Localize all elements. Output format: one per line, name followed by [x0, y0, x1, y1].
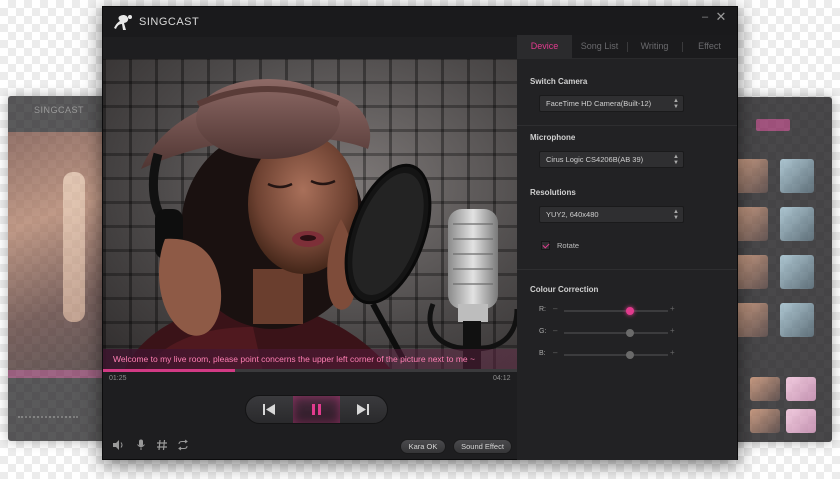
red-decrease-button[interactable]: – — [553, 304, 557, 313]
green-increase-button[interactable]: + — [670, 326, 675, 335]
title-bar[interactable]: SINGCAST – ✕ — [103, 7, 737, 37]
time-total: 04:12 — [493, 375, 511, 382]
red-slider-knob[interactable] — [625, 307, 634, 315]
background-window-right — [724, 97, 832, 442]
skip-previous-icon — [263, 404, 275, 415]
select-arrows-icon: ▲ ▼ — [673, 98, 679, 110]
ghost-effect-thumbnail — [786, 409, 816, 433]
green-slider-knob[interactable] — [625, 329, 634, 337]
repeat-icon[interactable] — [177, 439, 189, 451]
minimize-button[interactable]: – — [699, 10, 711, 24]
rotate-label: Rotate — [557, 241, 580, 250]
singcast-window: SINGCAST – ✕ Welcome to my live room, pl… — [102, 6, 738, 460]
ghost-active-tab — [756, 119, 790, 131]
blue-decrease-button[interactable]: – — [553, 348, 557, 357]
time-elapsed: 01:25 — [109, 375, 127, 382]
next-button[interactable] — [340, 396, 387, 423]
blue-increase-button[interactable]: + — [670, 348, 675, 357]
tab-effect[interactable]: Effect — [682, 35, 737, 59]
ghost-thumbnail — [780, 255, 814, 289]
volume-icon[interactable] — [112, 439, 124, 451]
chat-caption: Welcome to my live room, please point co… — [103, 349, 517, 369]
ghost-controls — [18, 416, 78, 424]
camera-select-value: FaceTime HD Camera(Built-12) — [546, 99, 652, 108]
singer-video-frame — [123, 79, 517, 372]
microphone-select[interactable]: Cirus Logic CS4206B(AB 39) ▲ ▼ — [539, 151, 684, 168]
ghost-thumbnail-grid — [734, 159, 814, 337]
microphone-select-value: Cirus Logic CS4206B(AB 39) — [546, 155, 644, 164]
ghost-effect-thumbnail — [750, 409, 780, 433]
tab-writing[interactable]: Writing — [627, 35, 682, 59]
microphone-icon[interactable] — [135, 439, 147, 451]
ghost-thumbnail — [734, 303, 768, 337]
ghost-thumbnail — [734, 207, 768, 241]
progress-fill — [103, 369, 236, 372]
pause-icon — [312, 404, 321, 415]
resolution-select-value: YUY2, 640x480 — [546, 210, 599, 219]
close-button[interactable]: ✕ — [715, 10, 727, 24]
colour-correction-label: Colour Correction — [530, 285, 599, 294]
resolution-select[interactable]: YUY2, 640x480 ▲ ▼ — [539, 206, 684, 223]
switch-camera-label: Switch Camera — [530, 77, 588, 86]
blue-slider[interactable] — [564, 351, 668, 359]
transport-controls — [245, 395, 388, 424]
divider — [517, 125, 737, 126]
blue-slider-knob[interactable] — [625, 351, 634, 359]
green-decrease-button[interactable]: – — [553, 326, 557, 335]
ghost-effect-thumbnail — [750, 377, 780, 401]
app-title: SINGCAST — [139, 16, 200, 28]
tab-device[interactable]: Device — [517, 35, 572, 59]
red-increase-button[interactable]: + — [670, 304, 675, 313]
blue-channel-label: B: — [539, 350, 546, 357]
ghost-thumbnail — [734, 159, 768, 193]
green-channel-label: G: — [539, 328, 547, 335]
device-panel: Switch Camera FaceTime HD Camera(Built-1… — [517, 59, 737, 460]
skip-next-icon — [357, 404, 369, 415]
rotate-checkbox[interactable] — [541, 241, 550, 250]
ghost-thumbnail — [780, 159, 814, 193]
tab-song-list[interactable]: Song List — [572, 35, 627, 59]
pause-button[interactable] — [293, 396, 340, 423]
select-arrows-icon: ▲ ▼ — [673, 154, 679, 166]
ghost-effect-grid — [750, 377, 816, 433]
kara-ok-button[interactable]: Kara OK — [400, 439, 446, 454]
ghost-thumbnail — [780, 207, 814, 241]
singer-logo-icon — [114, 14, 132, 30]
ghost-thumbnail — [734, 255, 768, 289]
ghost-effect-thumbnail — [786, 377, 816, 401]
select-arrows-icon: ▲ ▼ — [673, 209, 679, 221]
previous-button[interactable] — [246, 396, 293, 423]
settings-tabs: Device Song List Writing Effect — [517, 35, 737, 59]
video-preview[interactable]: Welcome to my live room, please point co… — [103, 59, 517, 372]
resolutions-label: Resolutions — [530, 188, 576, 197]
red-channel-label: R: — [539, 306, 546, 313]
progress-bar[interactable] — [103, 369, 517, 372]
green-slider[interactable] — [564, 329, 668, 337]
ghost-thumbnail — [780, 303, 814, 337]
camera-select[interactable]: FaceTime HD Camera(Built-12) ▲ ▼ — [539, 95, 684, 112]
ghost-window-title: SINGCAST — [34, 105, 85, 115]
microphone-label: Microphone — [530, 133, 576, 142]
red-slider[interactable] — [564, 307, 668, 315]
divider — [517, 269, 737, 270]
hashtag-icon[interactable] — [156, 439, 168, 451]
sound-effect-button[interactable]: Sound Effect — [453, 439, 512, 454]
